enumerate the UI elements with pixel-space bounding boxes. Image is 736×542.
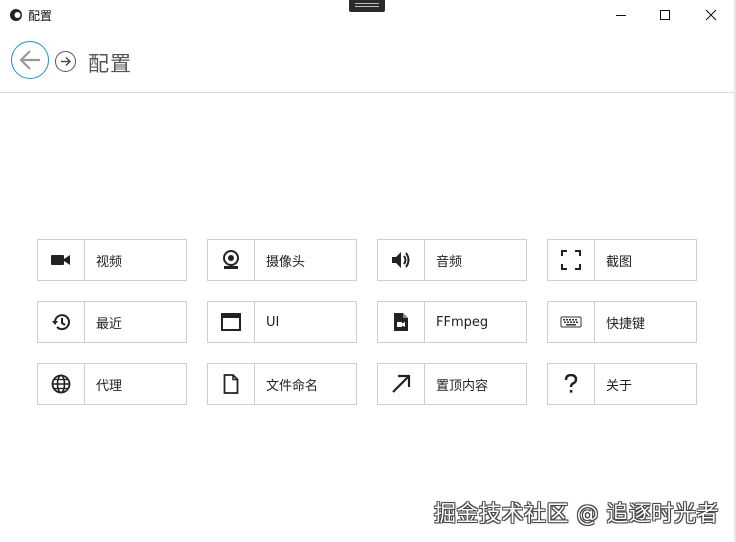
file-icon [223,374,239,394]
history-icon [52,314,70,331]
settings-grid: 视频 摄像头 音频 截图 最近 UI FFmpeg 快捷键 代理 文件命名 置顶… [37,239,697,405]
globe-icon [51,374,71,394]
tile-pinned-content[interactable]: 置顶内容 [377,363,527,405]
tile-label: 音频 [436,254,463,270]
maximize-icon [660,10,670,20]
back-button[interactable] [11,41,49,79]
tile-ui[interactable]: UI [207,301,357,343]
maximize-button[interactable] [642,0,688,30]
watermark: 掘金技术社区 @ 追逐时光者 [434,502,719,527]
tile-label: 视频 [96,254,123,270]
close-icon [705,9,717,21]
tile-file-naming[interactable]: 文件命名 [207,363,357,405]
window-title: 配置 [28,9,53,23]
arrow-right-icon [61,57,71,66]
tile-webcam[interactable]: 摄像头 [207,239,357,281]
minimize-icon [616,15,626,16]
tile-audio[interactable]: 音频 [377,239,527,281]
title-bar: 配置 [0,0,736,30]
screenshot-frame-icon [561,250,581,270]
window-icon [221,313,241,331]
tile-label: 代理 [96,378,123,394]
page-title: 配置 [88,52,132,76]
tile-recent[interactable]: 最近 [37,301,187,343]
tile-hotkeys[interactable]: 快捷键 [547,301,697,343]
app-logo-icon [10,9,22,21]
forward-button[interactable] [55,51,76,72]
question-mark-icon [564,374,578,393]
tile-proxy[interactable]: 代理 [37,363,187,405]
tile-ffmpeg[interactable]: FFmpeg [377,301,527,343]
tile-label: 置顶内容 [436,378,489,394]
tile-label: 摄像头 [266,254,306,270]
tile-label: 截图 [606,254,633,270]
video-file-icon [394,313,408,331]
video-camera-icon [51,255,70,265]
minimize-button[interactable] [598,0,644,30]
tile-label: FFmpeg [436,314,489,330]
webcam-icon [223,250,239,269]
close-button[interactable] [688,0,734,30]
speaker-icon [392,252,410,268]
header-divider [0,92,736,93]
arrow-up-right-icon [392,374,411,393]
arrow-left-icon [19,50,40,70]
keyboard-icon [560,316,582,328]
tile-about[interactable]: 关于 [547,363,697,405]
tile-label: 快捷键 [606,316,646,332]
tile-screenshot[interactable]: 截图 [547,239,697,281]
tile-video[interactable]: 视频 [37,239,187,281]
tile-label: UI [266,314,280,330]
tile-label: 文件命名 [266,378,319,394]
tile-label: 最近 [96,316,123,332]
drag-handle[interactable] [349,0,385,12]
tile-label: 关于 [606,378,633,394]
